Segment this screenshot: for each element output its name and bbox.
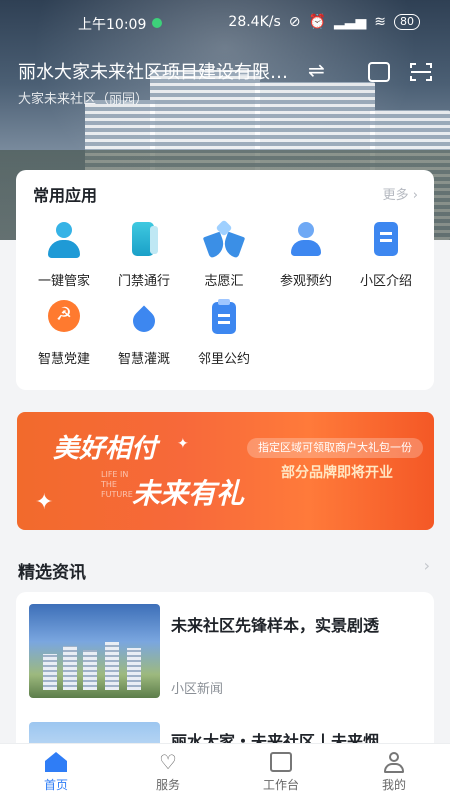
heart-icon: ♡ — [159, 750, 177, 774]
banner-line2: 未来有礼 — [132, 477, 245, 510]
app-label: 门禁通行 — [117, 274, 170, 289]
app-convention[interactable]: 邻里公约 — [184, 298, 264, 367]
status-bar: 上午10:09 28.4K/s ⊘ ⏰ ▂▃▅ ≋ 80 — [0, 12, 450, 36]
tab-label: 首页 — [43, 778, 68, 792]
app-volunteer[interactable]: 志愿汇 — [184, 219, 264, 289]
party-icon: ☭ — [44, 298, 84, 338]
home-icon — [45, 752, 67, 772]
app-label: 参观预约 — [279, 274, 332, 289]
app-intro[interactable]: 小区介绍 — [346, 220, 426, 289]
tab-profile[interactable]: 我的 — [338, 744, 450, 800]
news-tag: 小区新闻 — [171, 682, 224, 697]
app-label: 邻里公约 — [197, 352, 250, 367]
tab-workbench[interactable]: 工作台 — [225, 744, 337, 800]
switch-community-icon[interactable]: ⇌ — [308, 58, 325, 82]
banner-subtitle: 部分品牌即将开业 — [281, 465, 393, 481]
wifi-icon: ≋ — [374, 14, 386, 30]
community-subtitle: 大家未来社区（丽园） — [18, 92, 149, 107]
signal-icon: ▂▃▅ — [333, 14, 367, 30]
visit-icon — [286, 220, 326, 260]
banner-english: LIFE IN THE FUTURE — [101, 470, 133, 499]
community-title[interactable]: 丽水大家未来社区项目建设有限… — [18, 58, 288, 84]
news-title: 未来社区先锋样本，实景剧透 — [171, 616, 380, 635]
network-speed: 28.4K/s — [228, 14, 281, 30]
chevron-right-icon[interactable]: › — [424, 556, 430, 575]
news-heading: 精选资讯 — [18, 563, 86, 583]
app-label: 智慧灌溉 — [117, 352, 170, 367]
more-apps-link[interactable]: 更多 › — [383, 184, 418, 203]
app-label: 智慧党建 — [37, 352, 90, 367]
message-icon[interactable] — [368, 62, 390, 82]
butler-icon — [44, 220, 84, 260]
scan-icon[interactable] — [410, 62, 432, 82]
profile-icon — [383, 752, 405, 773]
apps-heading: 常用应用 — [33, 186, 98, 205]
irrigation-icon — [124, 298, 164, 338]
banner-line1: 美好相付 — [53, 434, 158, 464]
app-irrigation[interactable]: 智慧灌溉 — [104, 298, 184, 367]
promo-banner[interactable]: 美好相付 未来有礼 LIFE IN THE FUTURE ✦ ✦ 指定区域可领取… — [17, 412, 434, 530]
tab-service[interactable]: ♡ 服务 — [112, 744, 224, 800]
notification-dot-icon — [152, 18, 162, 28]
convention-icon — [204, 298, 244, 338]
app-label: 小区介绍 — [359, 274, 412, 289]
alarm-icon: ⏰ — [308, 14, 326, 30]
bottom-tab-bar: 首页 ♡ 服务 工作台 我的 — [0, 743, 450, 800]
common-apps-card: 常用应用 更多 › 一键管家 门禁通行 志愿汇 参观预约 小区介绍 ☭ 智慧党建… — [16, 170, 434, 390]
news-thumbnail — [29, 604, 160, 698]
tab-label: 服务 — [155, 778, 180, 792]
tab-label: 我的 — [381, 778, 406, 792]
app-label: 志愿汇 — [204, 274, 244, 289]
tab-label: 工作台 — [262, 778, 299, 792]
app-party[interactable]: ☭ 智慧党建 — [24, 298, 104, 367]
banner-pill: 指定区域可领取商户大礼包一份 — [247, 438, 423, 458]
mute-icon: ⊘ — [288, 14, 301, 30]
app-butler[interactable]: 一键管家 — [24, 220, 104, 289]
sparkle-icon: ✦ — [35, 490, 54, 515]
workbench-icon — [270, 752, 292, 772]
volunteer-icon — [202, 219, 246, 260]
intro-icon — [366, 220, 406, 260]
status-time: 上午10:09 — [78, 17, 147, 33]
battery-indicator: 80 — [394, 14, 420, 30]
header-title-row: 丽水大家未来社区项目建设有限… ⇌ — [18, 58, 432, 88]
app-door[interactable]: 门禁通行 — [104, 220, 184, 289]
tab-home[interactable]: 首页 — [0, 744, 112, 800]
app-visit[interactable]: 参观预约 — [266, 220, 346, 289]
door-icon — [124, 220, 164, 260]
app-label: 一键管家 — [37, 274, 90, 289]
sparkle-icon: ✦ — [177, 436, 189, 452]
